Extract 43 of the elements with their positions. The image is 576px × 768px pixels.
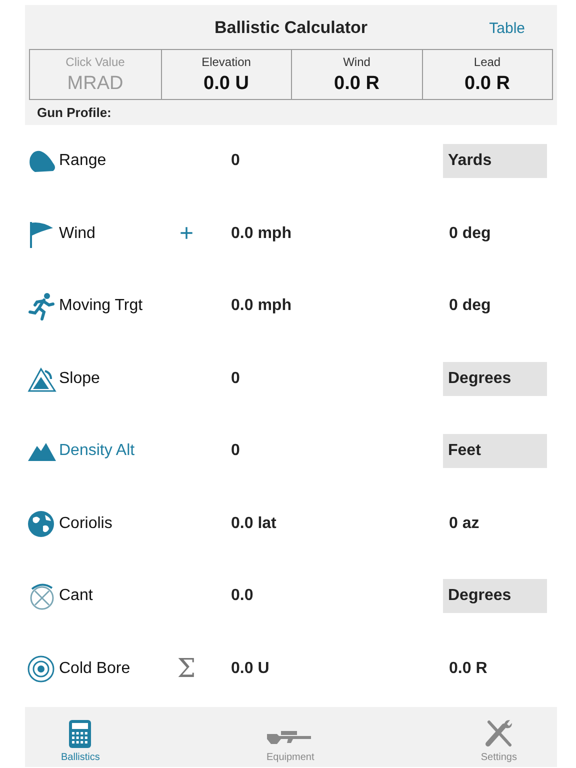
row-label[interactable]: Range xyxy=(59,152,106,170)
readout-label: Wind xyxy=(343,55,370,69)
row-label[interactable]: Cant xyxy=(59,587,93,606)
tools-icon xyxy=(484,718,514,748)
row-value[interactable]: 0.0 mph xyxy=(231,297,443,316)
calculator-icon xyxy=(69,720,92,748)
readout-label: Click Value xyxy=(66,55,125,69)
unit-dropdown[interactable]: Degrees xyxy=(443,362,547,396)
row-value[interactable]: 0 xyxy=(231,152,443,170)
globe-icon xyxy=(27,510,55,538)
add-button[interactable]: + xyxy=(179,220,194,248)
readout-value: 0.0 U xyxy=(204,73,249,95)
row-label[interactable]: Coriolis xyxy=(59,514,112,533)
readout-value: 0.0 R xyxy=(334,73,380,95)
unit-value: 0 deg xyxy=(448,224,492,244)
row-label[interactable]: Slope xyxy=(59,370,100,388)
section-label: Gun Profile: xyxy=(36,104,112,122)
unit-value: 0 deg xyxy=(448,296,492,316)
tab[interactable]: Ballistics xyxy=(61,707,100,767)
app-title: Ballistic Calculator xyxy=(214,18,368,38)
readout-value: MRAD xyxy=(67,73,124,95)
unit-value: 0 az xyxy=(448,514,480,534)
row-value[interactable]: 0 xyxy=(231,370,443,388)
unit-value: 0.0 R xyxy=(448,658,488,679)
row-label[interactable]: Density Alt xyxy=(59,442,135,460)
unit-dropdown[interactable]: Feet xyxy=(443,434,547,468)
row-label[interactable]: Wind xyxy=(59,224,96,243)
row-value[interactable]: 0.0 mph xyxy=(231,224,443,243)
readout-label: Elevation xyxy=(202,55,251,69)
row-value[interactable]: 0.0 lat xyxy=(231,514,443,533)
row-label[interactable]: Moving Trgt xyxy=(59,297,143,316)
unit-dropdown[interactable]: Yards xyxy=(443,144,547,178)
readout-value: 0.0 R xyxy=(464,73,510,95)
row-value[interactable]: 0.0 U xyxy=(231,660,443,678)
sum-button[interactable]: Σ xyxy=(177,654,196,684)
unit-dropdown[interactable]: Degrees xyxy=(443,579,547,614)
running-person-icon xyxy=(27,291,57,322)
readout-label: Lead xyxy=(474,55,501,69)
row-value[interactable]: 0.0 xyxy=(231,587,443,606)
target-icon xyxy=(27,654,55,683)
row-label[interactable]: Cold Bore xyxy=(59,660,130,678)
table-link[interactable]: Table xyxy=(489,20,525,36)
row-value[interactable]: 0 xyxy=(231,442,443,460)
